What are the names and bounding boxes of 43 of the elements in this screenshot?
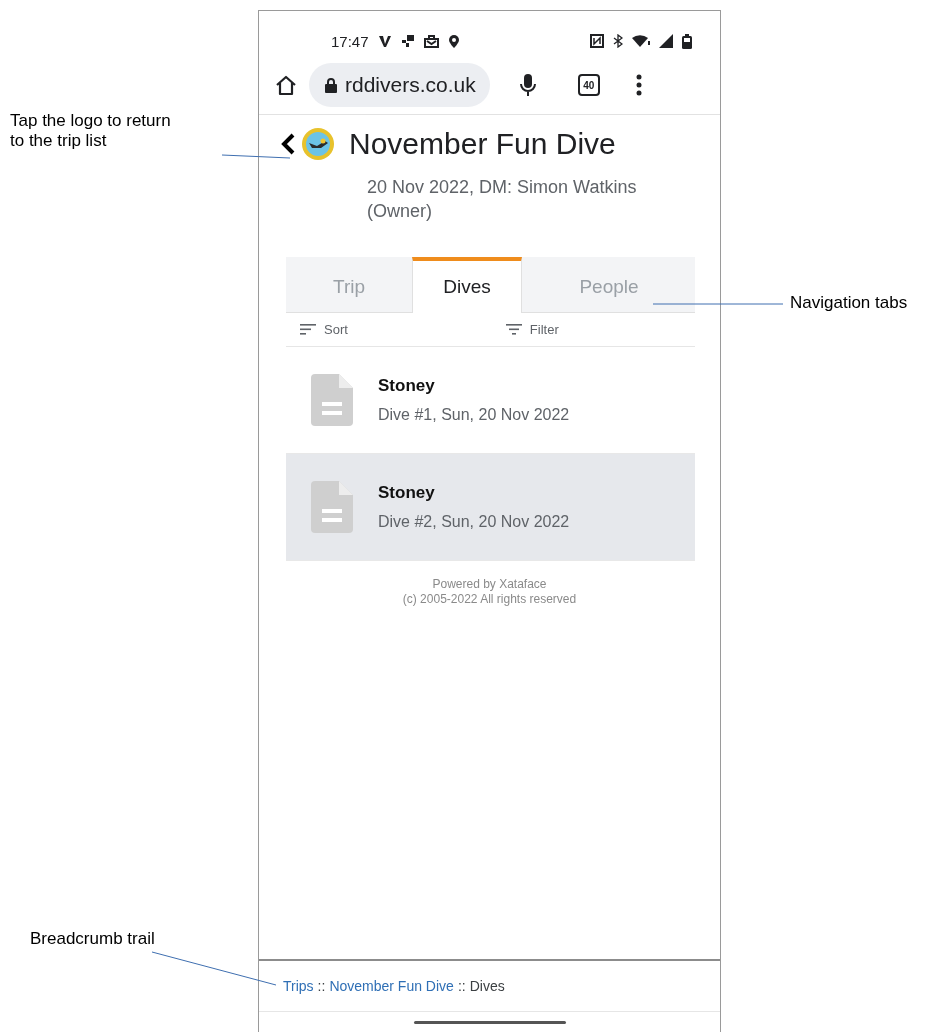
sort-button[interactable]: Sort bbox=[286, 322, 348, 337]
breadcrumb-separator: :: bbox=[457, 978, 466, 994]
breadcrumb-current: Dives bbox=[469, 978, 505, 994]
nav-tab[interactable]: Dives bbox=[412, 257, 522, 313]
dive-site-name: Stoney bbox=[378, 376, 436, 396]
status-time: 17:47 bbox=[331, 32, 369, 50]
callout-label: Tap the logo to return to the trip list bbox=[10, 111, 172, 151]
document-icon bbox=[311, 481, 353, 533]
dive-site-name: Stoney bbox=[378, 483, 436, 503]
callout-label: Breadcrumb trail bbox=[30, 929, 156, 949]
callout-label: Navigation tabs bbox=[790, 293, 909, 313]
dive-details: Dive #1, Sun, 20 Nov 2022 bbox=[378, 406, 570, 424]
briefcase-icon bbox=[423, 34, 439, 48]
signal-icon bbox=[659, 34, 673, 48]
footer-text: (c) 2005-2022 All rights reserved bbox=[402, 592, 577, 607]
page-title: November Fun Dive bbox=[349, 127, 616, 161]
leader-line bbox=[221, 154, 291, 159]
filter-button[interactable]: Filter bbox=[491, 322, 559, 337]
nfc-icon bbox=[590, 34, 604, 48]
home-icon bbox=[275, 74, 297, 96]
tab-count-button[interactable]: 40 bbox=[577, 74, 600, 96]
page-subtitle: 20 Nov 2022, DM: Simon Watkins (Owner) bbox=[366, 176, 638, 223]
battery-icon bbox=[682, 33, 692, 49]
document-icon bbox=[311, 374, 353, 426]
bluetooth-icon bbox=[613, 34, 623, 48]
lock-icon bbox=[325, 77, 337, 93]
microphone-icon bbox=[519, 73, 536, 97]
footer-text: Powered by Xataface bbox=[432, 577, 547, 592]
more-menu-icon bbox=[635, 74, 642, 96]
back-chevron-icon bbox=[281, 133, 295, 155]
sort-icon bbox=[300, 324, 316, 335]
v-logo-icon bbox=[377, 34, 392, 48]
address-bar[interactable]: rddivers.co.uk bbox=[309, 63, 490, 107]
breadcrumb-link[interactable]: November Fun Dive bbox=[329, 978, 454, 994]
breadcrumb-separator: :: bbox=[317, 978, 326, 994]
club-logo-icon bbox=[301, 127, 335, 161]
location-pin-icon bbox=[447, 33, 460, 49]
filter-icon bbox=[505, 324, 522, 335]
dive-details: Dive #2, Sun, 20 Nov 2022 bbox=[378, 513, 570, 531]
dive-list-item[interactable]: Stoney Dive #2, Sun, 20 Nov 2022 bbox=[286, 454, 695, 561]
breadcrumb-link[interactable]: Trips bbox=[283, 978, 314, 994]
url-text: rddivers.co.uk bbox=[345, 73, 476, 97]
wifi-icon bbox=[632, 34, 650, 48]
